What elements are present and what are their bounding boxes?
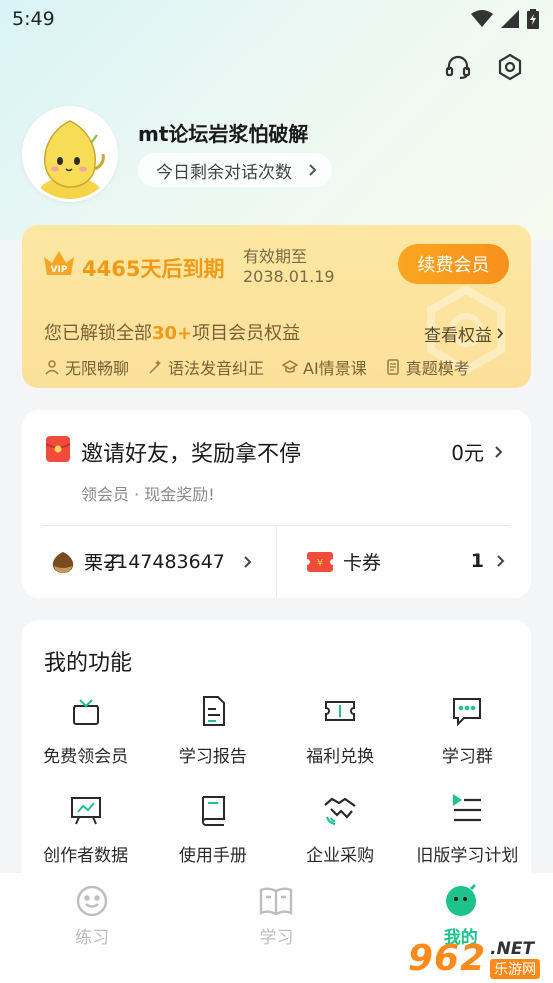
function-item-old-study-plan[interactable]: 旧版学习计划 — [404, 791, 531, 866]
benefit-item: AI情景课 — [282, 355, 367, 379]
function-item-user-manual[interactable]: 使用手册 — [149, 791, 276, 866]
status-time: 5:49 — [12, 8, 55, 30]
book-icon — [194, 791, 232, 829]
status-icons — [471, 9, 539, 29]
invite-subtitle: 领会员 · 现金奖励! — [81, 485, 215, 504]
profile-bubble-icon — [445, 883, 476, 916]
ticket-icon — [321, 692, 359, 730]
wifi-icon — [471, 10, 493, 27]
function-grid: 免费领会员 学习报告 福利兑换 学习群 创作者数据 使用手册 企业采购 旧版学习… — [22, 692, 531, 866]
person-icon — [45, 360, 59, 375]
avatar[interactable] — [22, 106, 118, 202]
tab-study[interactable]: 学习 — [216, 883, 336, 983]
watermark-suffix: .NET — [490, 939, 535, 959]
chat-count-button[interactable]: 今日剩余对话次数 — [138, 153, 332, 187]
function-item-free-vip[interactable]: 免费领会员 — [22, 692, 149, 767]
settings-icon[interactable] — [495, 52, 525, 82]
divider — [276, 526, 277, 598]
chat-group-icon — [448, 692, 486, 730]
headset-icon[interactable] — [443, 52, 473, 82]
site-watermark: 962 .NET 乐游网 — [408, 938, 541, 979]
coupon-entry[interactable]: ¥ 卡券 — [307, 548, 381, 575]
vip-valid-label: 有效期至 — [243, 247, 308, 266]
watermark-site: 乐游网 — [490, 959, 541, 979]
chevron-right-icon — [244, 555, 252, 568]
open-book-icon — [260, 887, 293, 916]
benefit-item: 真题模考 — [385, 355, 470, 379]
chat-count-label: 今日剩余对话次数 — [156, 162, 292, 183]
unlock-text: 您已解锁全部30+项目会员权益 — [44, 323, 301, 344]
function-item-study-report[interactable]: 学习报告 — [149, 692, 276, 767]
coupon-label: 卡券 — [343, 552, 382, 574]
graduation-cap-icon — [282, 360, 299, 373]
gift-icon — [67, 692, 105, 730]
benefit-item: 语法发音纠正 — [147, 355, 264, 379]
coupon-icon: ¥ — [307, 551, 333, 572]
invite-card: 邀请好友，奖励拿不停 0元 领会员 · 现金奖励! 栗子 2147483647 … — [22, 410, 531, 598]
benefit-item: 无限畅聊 — [44, 355, 129, 379]
function-item-creator-data[interactable]: 创作者数据 — [22, 791, 149, 866]
invite-reward-amount[interactable]: 0元 — [451, 437, 503, 466]
vip-crown-icon: VIP — [42, 249, 76, 281]
renew-button[interactable]: 续费会员 — [398, 244, 509, 284]
vip-card[interactable]: VIP 4465天后到期 有效期至 2038.01.19 续费会员 您已解锁全部… — [22, 225, 531, 388]
vip-badge-text: VIP — [51, 265, 68, 275]
plan-list-icon — [448, 791, 486, 829]
chevron-right-icon — [497, 328, 504, 339]
invite-title[interactable]: 邀请好友，奖励拿不停 — [81, 436, 301, 468]
chart-board-icon — [67, 791, 105, 829]
benefit-list: 无限畅聊 语法发音纠正 AI情景课 真题模考 — [44, 355, 470, 379]
chevron-right-icon — [309, 164, 317, 176]
red-envelope-icon — [45, 436, 71, 466]
function-item-rewards-exchange[interactable]: 福利兑换 — [277, 692, 404, 767]
chevron-right-icon — [497, 555, 505, 567]
battery-icon — [527, 9, 539, 29]
view-benefits-link[interactable]: 查看权益 — [424, 321, 505, 346]
vip-days-left: 4465天后到期 — [82, 257, 225, 281]
chestnut-balance[interactable]: 栗子 2147483647 — [50, 548, 252, 575]
section-title: 我的功能 — [44, 651, 133, 676]
chevron-right-icon — [495, 445, 503, 458]
handshake-icon — [321, 791, 359, 829]
tab-practice[interactable]: 练习 — [32, 883, 152, 983]
function-item-enterprise-purchase[interactable]: 企业采购 — [277, 791, 404, 866]
svg-text:¥: ¥ — [317, 558, 323, 569]
watermark-number: 962 — [408, 938, 487, 979]
function-item-study-group[interactable]: 学习群 — [404, 692, 531, 767]
cell-signal-icon — [501, 10, 519, 28]
status-bar: 5:49 — [0, 0, 553, 38]
coupon-count[interactable]: 1 — [471, 550, 505, 572]
vip-valid-date: 2038.01.19 — [243, 267, 335, 286]
smile-face-icon — [76, 885, 108, 917]
exam-paper-icon — [386, 359, 399, 375]
header-actions — [443, 52, 525, 82]
username: mt论坛岩浆怕破解 — [138, 122, 309, 146]
chestnut-icon — [52, 551, 74, 573]
chestnut-value: 2147483647 — [104, 550, 225, 573]
report-icon — [194, 692, 232, 730]
magic-wand-icon — [149, 360, 162, 374]
